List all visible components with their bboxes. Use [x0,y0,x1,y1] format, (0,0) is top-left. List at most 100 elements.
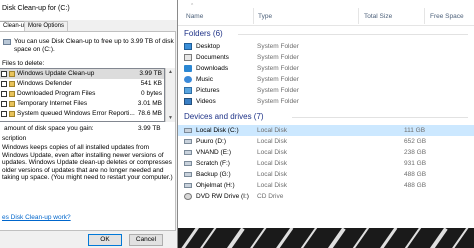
list-item-name: Temporary Internet Files [17,100,88,107]
scroll-down-icon[interactable]: ▼ [168,115,173,121]
folder-item-desktop[interactable]: Desktop System Folder [178,41,474,52]
item-type: System Folder [257,98,299,105]
folder-item-videos[interactable]: Videos System Folder [178,96,474,107]
checkbox[interactable] [1,91,7,97]
videos-icon [184,98,192,105]
drive-item-h[interactable]: Ohjelmat (H:) Local Disk 488 GB [178,180,474,191]
dialog-title: Disk Clean-up for (C:) [2,5,70,12]
drive-item-i[interactable]: DVD RW Drive (I:) CD Drive [178,191,474,202]
list-item[interactable]: Downloaded Program Files 0 bytes [0,89,164,99]
list-item-size: 0 bytes [141,90,162,97]
hard-drive-icon [184,161,192,166]
column-type[interactable]: Type [258,13,272,20]
column-name[interactable]: Name [186,13,203,20]
folder-item-downloads[interactable]: Downloads System Folder [178,63,474,74]
folder-item-documents[interactable]: Documents System Folder [178,52,474,63]
folder-item-music[interactable]: Music System Folder [178,74,474,85]
pictures-icon [184,87,192,94]
dialog-tabs: Clean-up More Options [0,21,177,31]
dialog-titlebar[interactable]: Disk Clean-up for (C:) [0,0,177,20]
item-name: Documents [196,54,229,61]
drive-item-g[interactable]: Backup (G:) Local Disk 488 GB [178,169,474,180]
checkbox[interactable] [1,111,7,117]
list-scrollbar[interactable]: ▲ ▼ [165,68,175,122]
checkbox[interactable] [1,101,7,107]
drive-item-f[interactable]: Scratch (F:) Local Disk 931 GB [178,158,474,169]
list-item-name: Windows Defender [17,80,72,87]
list-item-size: 78.6 MB [137,110,162,117]
item-type: System Folder [257,76,299,83]
list-item[interactable]: Temporary Internet Files 3.01 MB [0,99,164,109]
checkbox[interactable] [1,71,7,77]
list-item-name: Windows Update Clean-up [17,70,95,77]
documents-icon [184,54,192,61]
column-total-size[interactable]: Total Size [364,13,392,20]
hard-drive-icon [184,172,192,177]
space-gain-label: amount of disk space you gain: [4,125,94,132]
item-type: System Folder [257,87,299,94]
list-item-size: 3.99 TB [139,70,162,77]
item-type: System Folder [257,43,299,50]
drives-group-header[interactable]: Devices and drives (7) [184,112,264,121]
item-size: 238 GB [404,149,427,156]
file-icon [9,81,15,87]
space-gain-value: 3.99 TB [138,125,161,132]
music-icon [184,76,192,83]
checkbox[interactable] [1,81,7,87]
folder-item-pictures[interactable]: Pictures System Folder [178,85,474,96]
list-item[interactable]: System queued Windows Error Reporti... 7… [0,109,164,119]
item-name: Local Disk (C:) [196,127,239,134]
item-name: Downloads [196,65,229,72]
item-size: 488 GB [404,182,427,189]
list-item[interactable]: Windows Update Clean-up 3.99 TB [0,69,164,79]
drive-item-e[interactable]: VNAND (E:) Local Disk 238 GB [178,147,474,158]
item-size: 111 GB [404,127,426,134]
list-item-name: System queued Windows Error Reporti... [17,110,135,117]
drive-item-c[interactable]: Local Disk (C:) Local Disk 111 GB [178,125,474,136]
list-item[interactable]: Windows Defender 541 KB [0,79,164,89]
file-icon [9,101,15,107]
item-name: DVD RW Drive (I:) [196,193,249,200]
intro-text: You can use Disk Clean-up to free up to … [14,38,174,53]
item-name: Puuro (D:) [196,138,226,145]
item-type: System Folder [257,54,299,61]
item-type: Local Disk [257,138,287,145]
files-to-delete-list[interactable]: Windows Update Clean-up 3.99 TB Windows … [0,68,165,122]
dvd-drive-icon [184,193,192,200]
files-to-delete-label: Files to delete: [2,60,45,67]
description-label: scription [2,135,27,142]
item-type: System Folder [257,65,299,72]
file-icon [9,111,15,117]
ok-button[interactable]: OK [88,234,122,246]
drive-item-d[interactable]: Puuro (D:) Local Disk 652 GB [178,136,474,147]
scroll-up-icon[interactable]: ▲ [168,69,173,75]
folders-group-header[interactable]: Folders (6) [184,29,223,38]
desktop-icon [184,43,192,50]
item-name: Scratch (F:) [196,160,230,167]
column-free-space[interactable]: Free Space [430,13,464,20]
item-size: 488 GB [404,171,427,178]
item-name: Desktop [196,43,220,50]
item-size: 931 GB [404,160,427,167]
item-type: Local Disk [257,149,287,156]
item-size: 652 GB [404,138,427,145]
item-name: Pictures [196,87,220,94]
list-item-name: Downloaded Program Files [17,90,96,97]
item-name: VNAND (E:) [196,149,232,156]
how-cleanup-works-link[interactable]: es Disk Clean-up work? [2,214,71,221]
file-icon [9,91,15,97]
drive-icon [3,39,11,45]
sort-chevron-icon: ⌃ [190,3,195,9]
item-type: CD Drive [257,193,284,200]
item-type: Local Disk [257,182,287,189]
description-text: Windows keeps copies of all installed up… [2,144,173,181]
hard-drive-icon [184,150,192,155]
item-name: Music [196,76,213,83]
item-name: Videos [196,98,216,105]
tab-more-options[interactable]: More Options [24,21,69,31]
file-icon [9,71,15,77]
cancel-button[interactable]: Cancel [129,234,163,246]
item-name: Backup (G:) [196,171,231,178]
column-header: ⌃ Name Type Total Size Free Space [178,0,474,26]
item-type: Local Disk [257,127,287,134]
